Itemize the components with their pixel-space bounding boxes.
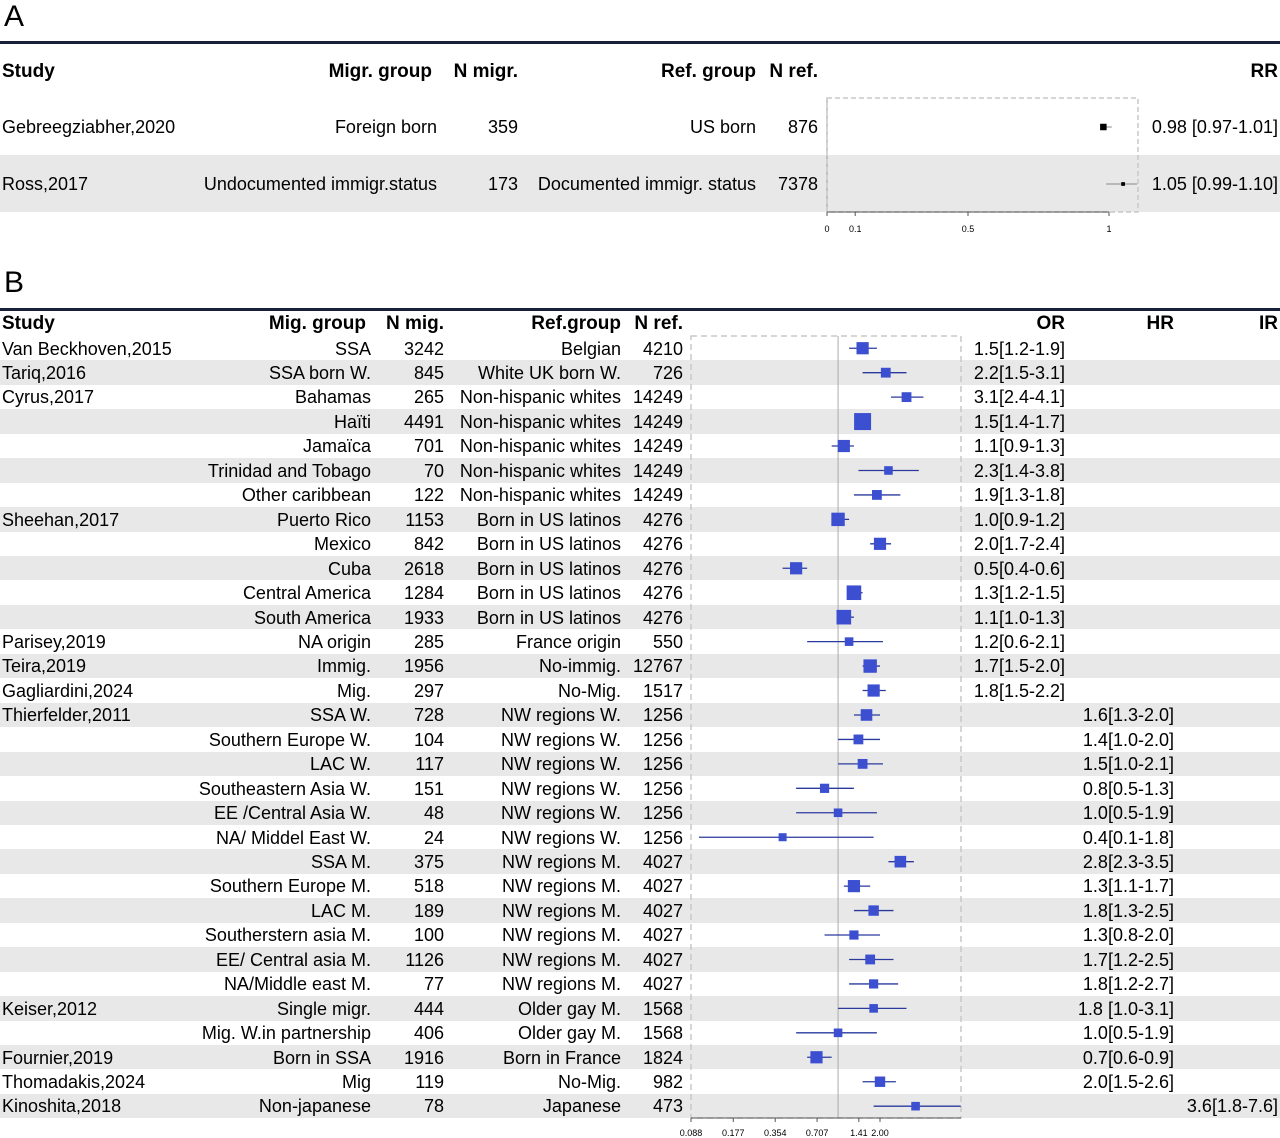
- b-point-marker: [867, 684, 880, 697]
- a-point-marker: [1100, 123, 1107, 131]
- forest-plot-canvas: 0 0.1 0.5 1 0.088 0.177 0.354 0.707 1.41 2.00: [680, 97, 1139, 1138]
- b-x-tick-label: 0.177: [722, 1128, 745, 1138]
- b-point-marker: [857, 758, 868, 769]
- b-point-marker: [880, 367, 891, 378]
- b-point-marker: [853, 734, 864, 745]
- a-x-tick-label: 0.1: [849, 224, 862, 234]
- b-x-tick-label: 2.00: [871, 1128, 889, 1138]
- b-point-marker: [854, 413, 872, 431]
- b-point-marker: [778, 833, 787, 842]
- b-point-marker: [871, 490, 882, 500]
- a-x-tick-label: 0: [824, 224, 829, 234]
- b-point-marker: [844, 637, 854, 646]
- b-x-tick-label: 0.088: [680, 1128, 703, 1138]
- b-point-marker: [846, 585, 862, 601]
- b-plot-frame: [690, 335, 962, 1119]
- a-point-marker: [1121, 182, 1125, 186]
- b-point-marker: [833, 1028, 843, 1038]
- b-x-tick-label: 1.41: [850, 1128, 868, 1138]
- b-point-marker: [847, 880, 861, 893]
- b-point-marker: [884, 466, 893, 475]
- b-point-marker: [836, 609, 852, 625]
- b-point-marker: [865, 954, 876, 965]
- b-point-marker: [894, 855, 907, 868]
- a-x-tick-label: 1: [1106, 224, 1111, 234]
- b-point-marker: [869, 1004, 878, 1013]
- b-point-marker: [837, 439, 850, 453]
- b-point-marker: [901, 392, 912, 403]
- b-point-marker: [863, 659, 877, 673]
- b-point-marker: [810, 1051, 823, 1064]
- a-x-tick-label: 0.5: [962, 224, 975, 234]
- b-point-marker: [856, 342, 869, 355]
- a-plot-frame: [826, 97, 1139, 213]
- b-point-marker: [911, 1101, 920, 1111]
- b-point-marker: [831, 512, 845, 527]
- b-point-marker: [833, 808, 843, 818]
- b-point-marker: [873, 537, 887, 550]
- b-x-tick-label: 0.354: [764, 1128, 787, 1138]
- b-point-marker: [819, 783, 830, 793]
- b-x-tick-label: 0.707: [806, 1128, 829, 1138]
- b-point-marker: [868, 905, 879, 916]
- b-point-marker: [869, 979, 879, 989]
- b-point-marker: [849, 930, 859, 940]
- b-point-marker: [874, 1076, 886, 1087]
- b-point-marker: [790, 562, 803, 575]
- b-point-marker: [860, 709, 873, 721]
